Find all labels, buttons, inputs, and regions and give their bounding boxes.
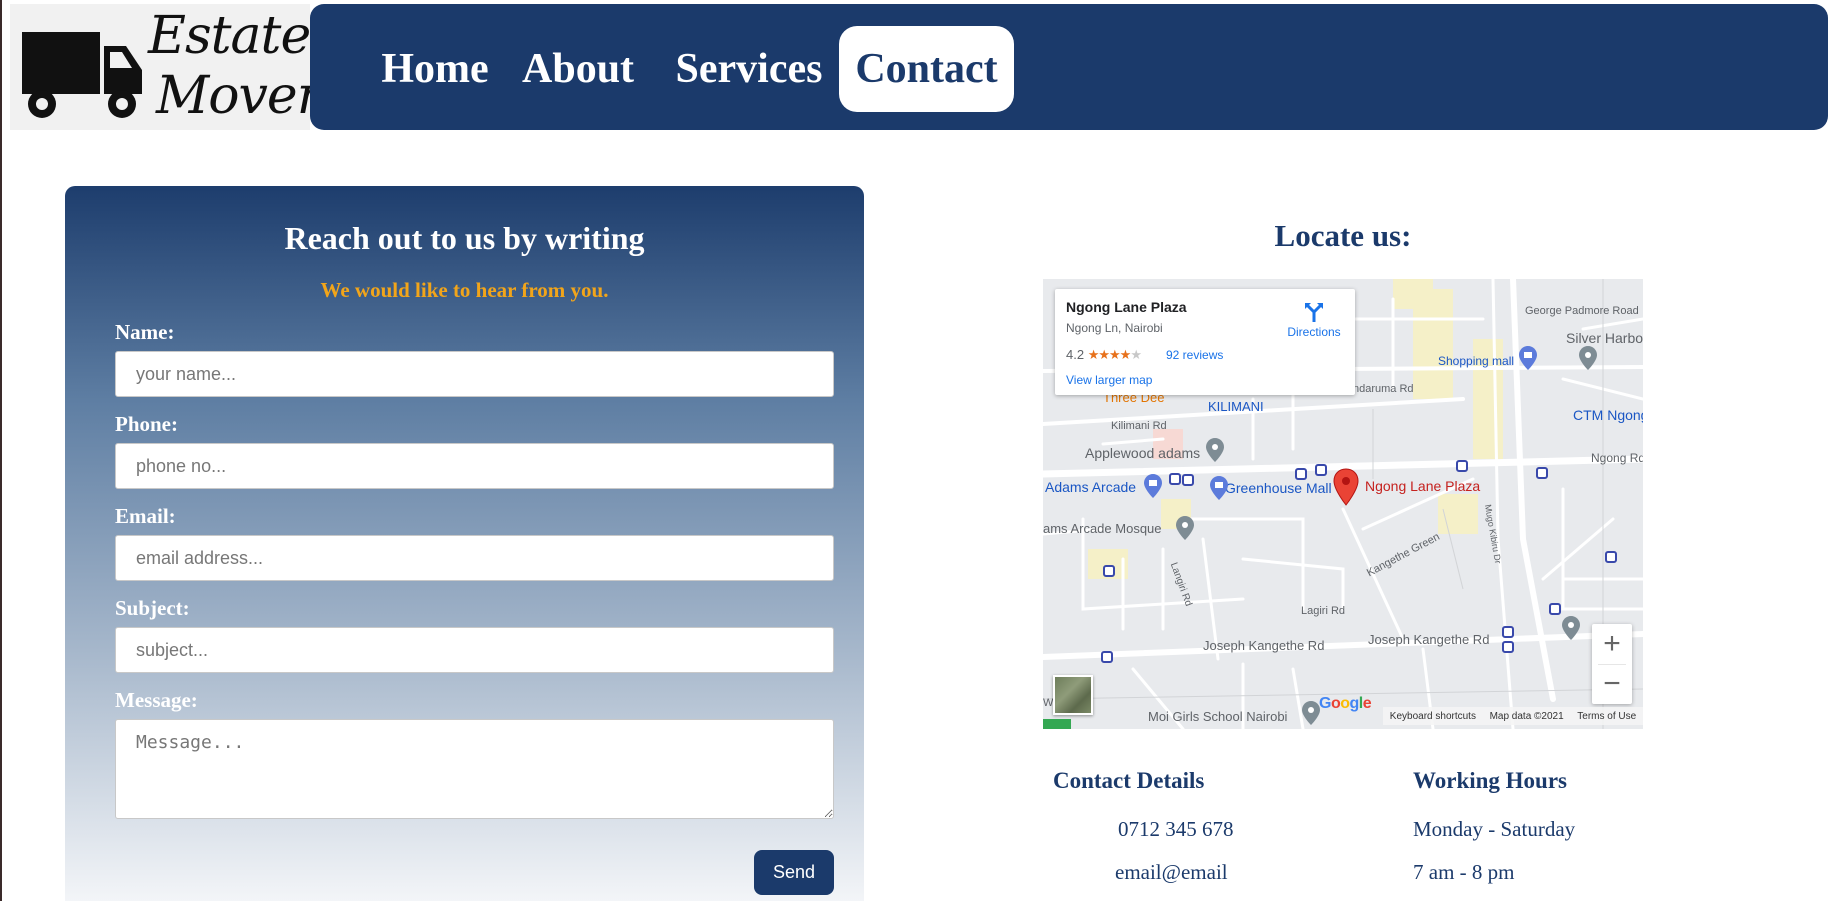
subject-input[interactable] <box>115 627 834 673</box>
embedded-map[interactable]: George Padmore Road Silver Harbo Shoppin… <box>1043 279 1643 729</box>
map-info-card: Ngong Lane Plaza Ngong Ln, Nairobi 4.2 ★… <box>1055 289 1355 395</box>
google-logo: Google <box>1319 695 1372 712</box>
map-rating-value: 4.2 <box>1066 347 1085 362</box>
working-days: Monday - Saturday <box>1413 817 1576 841</box>
logo-text-estate: Estate <box>148 6 311 66</box>
name-input[interactable] <box>115 351 834 397</box>
nav-services[interactable]: Services <box>674 26 824 112</box>
message-label: Message: <box>115 688 198 712</box>
working-time: 7 am - 8 pm <box>1413 860 1515 884</box>
nav-contact[interactable]: Contact <box>839 26 1014 112</box>
satellite-toggle[interactable] <box>1053 675 1093 715</box>
phone-input[interactable] <box>115 443 834 489</box>
send-button[interactable]: Send <box>754 850 834 895</box>
truck-icon <box>22 32 142 118</box>
name-label: Name: <box>115 320 175 344</box>
directions-icon <box>1305 303 1323 322</box>
subject-label: Subject: <box>115 596 190 620</box>
zoom-in-button[interactable]: + <box>1592 624 1632 664</box>
terms-of-use-link[interactable]: Terms of Use <box>1577 711 1636 722</box>
email-label: Email: <box>115 504 176 528</box>
map-rating: 4.2 ★★★★★ <box>1066 347 1142 363</box>
directions-label: Directions <box>1287 325 1341 339</box>
contact-phone: 0712 345 678 <box>1118 817 1234 841</box>
star-rating-icon: ★★★★★ <box>1087 347 1142 362</box>
map-reviews-link[interactable]: 92 reviews <box>1166 348 1223 362</box>
logo[interactable]: Estate Movers <box>10 4 347 130</box>
working-hours-heading: Working Hours <box>1413 768 1568 793</box>
zoom-out-button[interactable]: − <box>1592 664 1632 704</box>
contact-email: email@email <box>1115 860 1228 884</box>
contact-details-heading: Contact Details <box>1053 768 1205 793</box>
message-textarea[interactable] <box>115 719 834 819</box>
form-subtitle: We would like to hear from you. <box>320 278 609 302</box>
locate-title: Locate us: <box>1274 218 1412 253</box>
keyboard-shortcuts-link[interactable]: Keyboard shortcuts <box>1390 711 1476 722</box>
main-nav: Home About Services Contact <box>310 4 1828 130</box>
email-input[interactable] <box>115 535 834 581</box>
map-data-text: Map data ©2021 <box>1489 710 1564 722</box>
map-zoom-controls: + − <box>1592 624 1632 704</box>
stars-on: ★★★★ <box>1087 347 1132 362</box>
form-title: Reach out to us by writing <box>284 220 645 256</box>
view-larger-map-link[interactable]: View larger map <box>1066 373 1152 387</box>
map-attribution: Keyboard shortcuts Map data ©2021 Terms … <box>1383 707 1643 725</box>
nav-about[interactable]: About <box>522 26 634 112</box>
nav-home[interactable]: Home <box>380 26 490 112</box>
phone-label: Phone: <box>115 412 178 436</box>
contact-form-panel: Reach out to us by writing We would like… <box>65 186 864 901</box>
page-edge <box>0 0 2 901</box>
star-off: ★ <box>1130 347 1142 362</box>
directions-button[interactable]: Directions <box>1279 301 1349 339</box>
